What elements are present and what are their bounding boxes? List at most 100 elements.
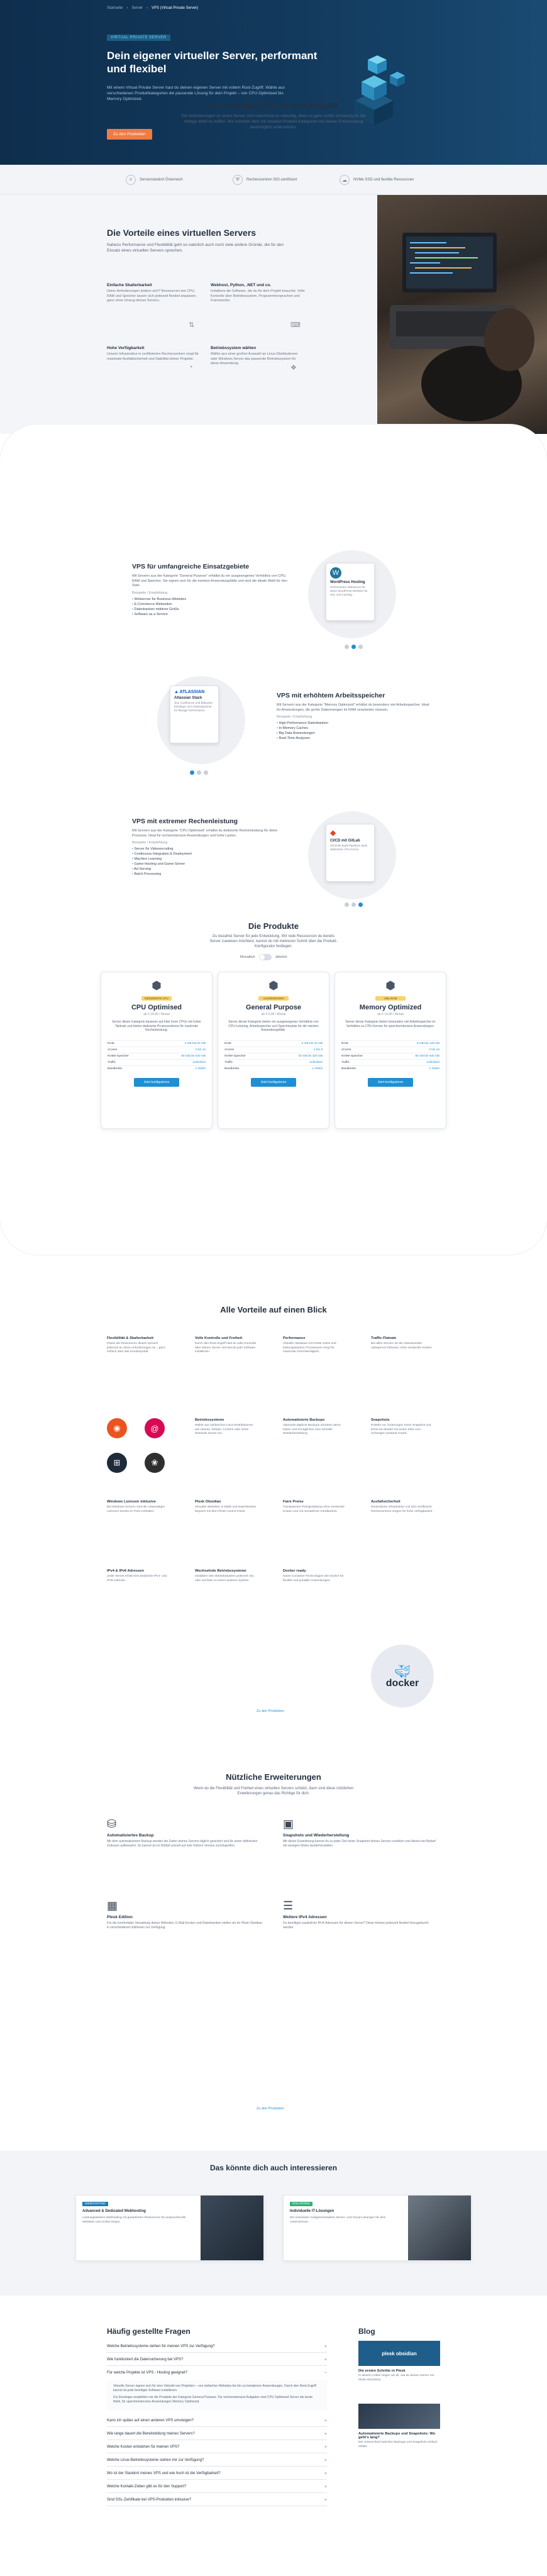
carousel-dots[interactable] <box>345 902 363 907</box>
mock-text: Schnelle Build-Pipelines dank dedizierte… <box>330 844 368 851</box>
plan-name: Memory Optimized <box>359 1004 422 1011</box>
configure-button[interactable]: Jetzt konfigurieren <box>368 1078 413 1087</box>
table-row: Bandbreite 1 Gbit/s <box>224 1065 323 1072</box>
breadcrumb: Startseite › Server › VPS (Virtual Priva… <box>107 6 198 10</box>
table-row: RAM 2 GB bis 32 GB <box>224 1040 323 1047</box>
list-item: Batch Processing <box>132 872 289 877</box>
blog-post-image: plesk obsidian <box>358 2341 440 2366</box>
developer-photo-illustration <box>390 233 534 421</box>
floppy-icon: ▣ <box>283 1818 294 1830</box>
toggle-monthly-label[interactable]: Monatlich <box>240 955 255 959</box>
plan-name: CPU Optimised <box>131 1004 182 1011</box>
list-item: Game-Hosting und Game-Server <box>132 862 289 867</box>
table-row: Traffic unlimitiert <box>341 1059 439 1066</box>
plus-icon: + <box>324 2419 327 2423</box>
hero-cta-button[interactable]: Zu den Produkten <box>107 129 152 140</box>
faq-item[interactable]: Sind SSL-Zertifikate bei VPS-Produkten i… <box>107 2494 327 2506</box>
table-row: RAM 4 GB bis 64 GB <box>108 1040 206 1047</box>
carousel-dots[interactable] <box>190 770 208 775</box>
uptime-icon: ◔ <box>189 364 193 371</box>
strip-item-iso: ⛨ Rechenzentren ISO-zertifiziert <box>233 175 297 185</box>
cloud-icon: ☁ <box>340 175 350 185</box>
products-link[interactable]: Zu den Produkten <box>257 1709 284 1713</box>
advantage-cell: Windows Lizenzen inklusive Bei Windows Se… <box>107 1500 165 1513</box>
advantage-title: Einfache Skalierbarkeit <box>107 283 152 287</box>
extension-title: Weitere IPv4 Adressen <box>283 1915 327 1919</box>
faq-answer-paragraph: Für Einsteiger empfehlen wir die Produkt… <box>113 2396 313 2404</box>
wordpress-icon: W <box>330 567 341 579</box>
advantage-text: Deine Anforderungen ändern sich? Ressour… <box>107 289 197 303</box>
carousel-dots[interactable] <box>345 645 363 649</box>
faq-item[interactable]: Welche Linux-Betriebssysteme stehen mir … <box>107 2455 327 2467</box>
faq-item[interactable]: Welche Kontakt-Zeiten gibt es für den Su… <box>107 2481 327 2493</box>
cube-icon: ⬢ <box>385 979 395 992</box>
advantage-cell: Ausfallsicherheit Redundante Infrastruktu… <box>371 1500 433 1513</box>
docker-whale-icon: 🐳︎ <box>394 1664 411 1679</box>
usecase-title: VPS mit extremer Rechenleistung <box>132 818 238 825</box>
plan-card-cpu: ⬢ DEDIZIERTE CPU CPU Optimised ab € 18,9… <box>101 972 213 1129</box>
blog-post[interactable]: Automatisierte Backups und Snapshots: Wo… <box>358 2404 440 2449</box>
interest-card[interactable]: SOLUTIONS Individuelle IT-Lösungen Wir e… <box>283 2195 472 2261</box>
billing-toggle[interactable]: Monatlich Jährlich <box>240 954 287 960</box>
extension-plesk: ▦ Plesk Edition Für die komfortable Verw… <box>107 1899 264 1932</box>
scale-icon: ⇅ <box>189 321 195 329</box>
products-link[interactable]: Zu den Produkten <box>257 2107 284 2111</box>
strip-item-label: NVMe SSD und flexible Ressourcen <box>353 178 414 182</box>
blog-title: Blog <box>358 2327 375 2336</box>
table-row: NVMe-Speicher 80 GB bis 640 GB <box>108 1053 206 1060</box>
plus-icon: + <box>324 2358 327 2362</box>
configure-button[interactable]: Jetzt konfigurieren <box>251 1078 296 1087</box>
database-icon: ⛁ <box>107 1818 117 1830</box>
advantage-cell: Flexibilität & Skalierbarkeit Passe die R… <box>107 1336 166 1353</box>
blog-post-title: Die ersten Schritte in Plesk <box>358 2369 406 2373</box>
faq-item[interactable]: Welche Betriebssysteme stehen für meinen… <box>107 2341 327 2353</box>
configure-button[interactable]: Jetzt konfigurieren <box>134 1078 179 1087</box>
usecase-label: Beispiele / Empfehlung <box>132 591 168 595</box>
interest-card-image <box>201 2196 263 2260</box>
plan-spec-table: RAM 8 GB bis 128 GB vCores 2 bis 16 NVMe-S… <box>341 1040 439 1072</box>
interest-card-title: Individuelle IT-Lösungen <box>290 2209 334 2213</box>
plan-card-general: ⬢ AUSGEWOGEN General Purpose ab € 6,90 /… <box>218 972 329 1129</box>
toggle-yearly-label[interactable]: Jährlich <box>275 955 287 959</box>
usecase-list: Server für Videoencoding Continuous Inte… <box>132 847 289 877</box>
breadcrumb-server[interactable]: Server <box>131 6 143 10</box>
advantage-cell: Automatisierte Backups Optionale tägliche… <box>283 1418 341 1435</box>
linux-icon: ❀ <box>145 1453 165 1473</box>
faq-item-open[interactable]: Für welche Projekte ist VPS - Hosting ge… <box>107 2367 327 2379</box>
blog-post[interactable]: plesk obsidian Die ersten Schritte in Pl… <box>358 2341 440 2382</box>
advantage-title: Hohe Verfügbarkeit <box>107 346 145 350</box>
hero-tag: VIRTUAL PRIVATE SERVER <box>107 35 170 41</box>
server-icon: ☰ <box>283 1899 294 1912</box>
usecase-text: Mit Servern aus der Kategorie "General P… <box>132 574 287 587</box>
cube-icon: ⬢ <box>152 979 162 992</box>
usecase-text: Mit Servern aus der Kategorie "CPU Optim… <box>132 829 278 838</box>
breadcrumb-home[interactable]: Startseite <box>107 6 123 10</box>
usecase-title: VPS für umfangreiche Einsatzgebiete <box>132 563 250 570</box>
plan-description: Server dieser Kategorie basieren auf Int… <box>111 1020 202 1032</box>
interest-card[interactable]: WEBHOSTING Advanced & Dedicated Webhosti… <box>75 2195 264 2261</box>
interest-card-text: Leistungsstarkes Webhosting mit garantie… <box>82 2216 186 2224</box>
faq-item[interactable]: Wie funktioniert die Datensicherung bei … <box>107 2354 327 2366</box>
code-icon: ⌨ <box>290 321 301 329</box>
advantage-cell: Performance Aktuelle Hardware mit NVMe SS… <box>283 1336 336 1353</box>
extensions-subtitle: Wenn du die Flexibilität und Freiheit ei… <box>193 1787 354 1796</box>
faq-item[interactable]: Welche Kosten entstehen für meinen VPS? + <box>107 2441 327 2453</box>
advantage-cell: Volle Kontrolle und Freiheit Durch den Ro… <box>195 1336 257 1353</box>
plan-description: Server dieser Kategorie bieten ein ausge… <box>228 1020 319 1032</box>
table-row: Bandbreite 1 Gbit/s <box>108 1065 206 1072</box>
blog-post-text: In diesem Artikel zeigen wir dir, wie du… <box>358 2374 434 2382</box>
atlassian-logo-icon: ▲ ATLASSIAN <box>174 690 205 694</box>
faq-title: Häufig gestellte Fragen <box>107 2327 191 2336</box>
usecase-text: Mit Servern aus der Kategorie "Memory Op… <box>277 703 429 712</box>
interest-tag: SOLUTIONS <box>290 2202 312 2206</box>
list-item: In-Memory Caches <box>277 726 434 731</box>
faq-item[interactable]: Kann ich später auf einen anderen VPS um… <box>107 2415 327 2427</box>
faq-item[interactable]: Wo ist der Standort meines VPS und wie h… <box>107 2468 327 2480</box>
faq-item[interactable]: Wie lange dauert die Bereitstellung mein… <box>107 2428 327 2440</box>
products-title: Die Produkte <box>248 921 299 931</box>
windows-icon: ⊞ <box>107 1453 127 1473</box>
extension-text: Für die komfortable Verwaltung deiner We… <box>107 1921 262 1929</box>
table-row: vCores 1 bis 8 <box>224 1046 323 1053</box>
minus-icon: − <box>324 2371 327 2375</box>
toggle-switch[interactable] <box>258 954 272 960</box>
